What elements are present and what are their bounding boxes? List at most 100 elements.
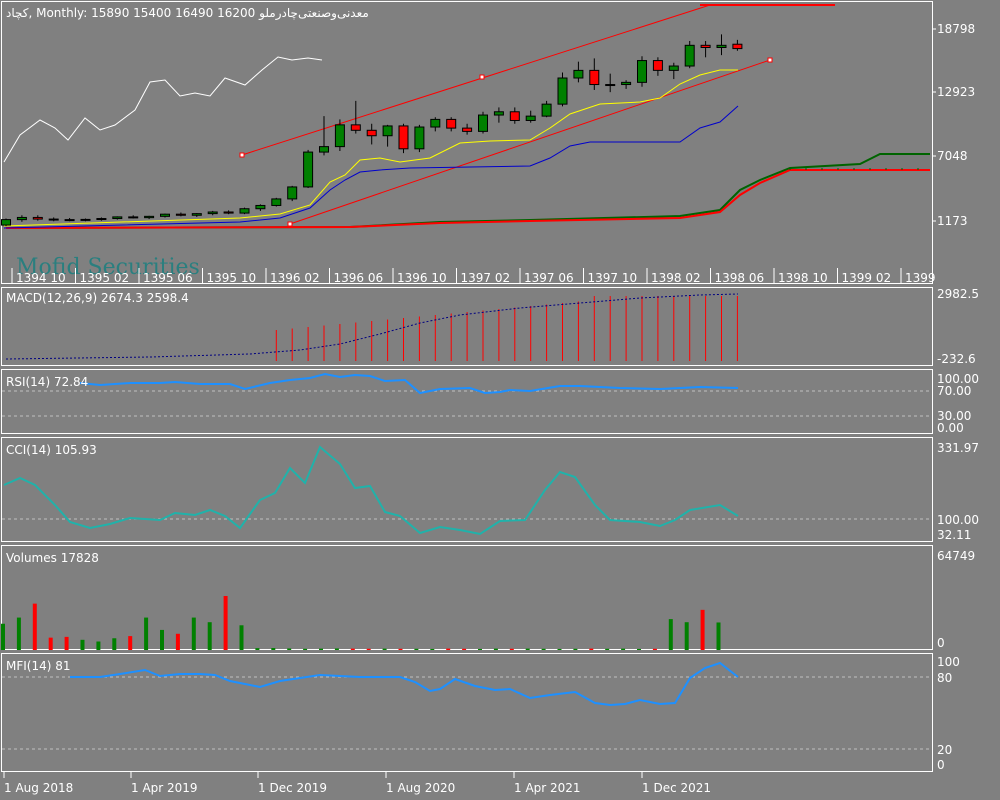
candle <box>684 40 695 69</box>
candle-body <box>303 151 314 188</box>
time-tick-label: 1398 06 <box>715 271 765 285</box>
candle <box>1 218 11 227</box>
candle <box>398 123 409 154</box>
candle-body <box>605 84 616 87</box>
time-tick-label: 1398 10 <box>778 271 828 285</box>
channel-anchor <box>287 221 293 227</box>
candle <box>287 185 298 202</box>
candle-body <box>621 81 632 86</box>
channel-anchor <box>239 152 245 158</box>
mfi-axis-100: 100 <box>937 655 960 669</box>
trading-chart[interactable]: کچاد, Monthly: 15890 15400 16490 16200 م… <box>0 0 1000 800</box>
candle-body <box>652 60 663 71</box>
candle-body <box>319 146 329 153</box>
time-tick-label: 1396 10 <box>397 271 447 285</box>
mfi-label: MFI(14) 81 <box>6 659 71 673</box>
channel-anchor <box>479 74 485 80</box>
time-tick-label: 1396 02 <box>270 271 320 285</box>
candle-body <box>668 65 679 71</box>
candle-body <box>255 204 266 210</box>
volumes-axis-zero: 0 <box>937 636 945 650</box>
time-tick-label: 1395 06 <box>143 271 193 285</box>
time-tick-label: 1398 02 <box>651 271 701 285</box>
candle-body <box>350 124 361 131</box>
company-label: معدنی‌وصنعتی‌چادرملو <box>258 6 369 21</box>
candle-body <box>271 198 282 206</box>
candle-body <box>1 219 11 226</box>
cci-axis-bottom: 32.11 <box>937 528 971 542</box>
mfi-axis-80: 80 <box>937 671 952 685</box>
candle-body <box>589 69 600 86</box>
candle-body <box>239 208 250 214</box>
price-tick-label: 7048 <box>937 149 968 163</box>
cci-axis-100: 100.00 <box>937 513 979 527</box>
time-tick-label: 1397 02 <box>461 271 511 285</box>
time-tick-label: 1397 06 <box>524 271 574 285</box>
macd-label: MACD(12,26,9) 2674.3 2598.4 <box>6 291 189 305</box>
price-tick-label: 12923 <box>937 85 975 99</box>
time-tick-label: 1395 10 <box>207 271 257 285</box>
chart-header: کچاد, Monthly: 15890 15400 16490 16200 م… <box>6 6 369 21</box>
candle-body <box>32 216 43 220</box>
time-tick-label: 1397 10 <box>588 271 638 285</box>
date-tick-label: 1 Aug 2020 <box>386 781 455 795</box>
candle-body <box>223 211 234 214</box>
candle-body <box>637 60 647 83</box>
date-tick-label: 1 Aug 2018 <box>4 781 73 795</box>
candle-body <box>48 218 59 221</box>
candle-body <box>525 115 536 121</box>
candle-body <box>430 118 441 128</box>
upper-time-axis: 1394 10 1395 02 1395 06 1395 10 1396 02 1396 … <box>11 268 936 285</box>
rsi-axis-0: 0.00 <box>937 421 964 435</box>
rsi-label: RSI(14) 72.84 <box>6 375 88 389</box>
candle-body <box>112 216 123 220</box>
candle <box>303 149 314 189</box>
cci-label: CCI(14) 105.93 <box>6 443 97 457</box>
timeframe-label: Monthly <box>36 6 84 20</box>
candle-body <box>160 213 170 217</box>
candle-body <box>366 129 377 137</box>
date-tick-label: 1 Apr 2019 <box>131 781 198 795</box>
candle <box>271 197 282 207</box>
candle-body <box>64 219 75 222</box>
candle-body <box>398 125 409 150</box>
channel-anchor <box>767 57 773 63</box>
date-tick-label: 1 Dec 2021 <box>642 781 711 795</box>
candle-body <box>191 213 202 216</box>
macd-axis-bottom: -232.6 <box>937 352 976 366</box>
candle-body <box>16 216 27 221</box>
volumes-label: Volumes 17828 <box>6 551 99 565</box>
candle <box>239 207 250 215</box>
time-tick-label: 1396 06 <box>334 271 384 285</box>
candle-body <box>684 44 695 67</box>
candle-body <box>128 216 139 219</box>
candle-body <box>557 77 568 105</box>
cci-axis-top: 331.97 <box>937 441 979 455</box>
candle-body <box>462 127 473 132</box>
candle-body <box>287 186 298 200</box>
chart-background <box>0 0 1000 800</box>
candle <box>80 218 91 222</box>
time-tick-label: 1395 02 <box>80 271 130 285</box>
candle-body <box>144 215 155 219</box>
mfi-axis-0: 0 <box>937 758 945 772</box>
mfi-axis-20: 20 <box>937 743 952 757</box>
candle-body <box>207 211 218 215</box>
candle <box>478 111 488 134</box>
candle-body <box>573 69 584 79</box>
candle-body <box>334 124 345 148</box>
candle <box>414 124 425 153</box>
macd-axis-top: 2982.5 <box>937 287 979 301</box>
candle-body <box>80 218 91 221</box>
candle-body <box>700 44 711 48</box>
candle-body <box>96 218 107 221</box>
candle-body <box>509 111 520 121</box>
candle-body <box>493 111 504 116</box>
time-tick-label: 1399 <box>905 271 936 285</box>
candle-body <box>175 213 186 216</box>
candle-body <box>541 103 552 117</box>
volumes-axis-top: 64749 <box>937 549 975 563</box>
time-tick-label: 1394 10 <box>16 271 66 285</box>
candle-body <box>414 126 425 150</box>
date-tick-label: 1 Dec 2019 <box>258 781 327 795</box>
